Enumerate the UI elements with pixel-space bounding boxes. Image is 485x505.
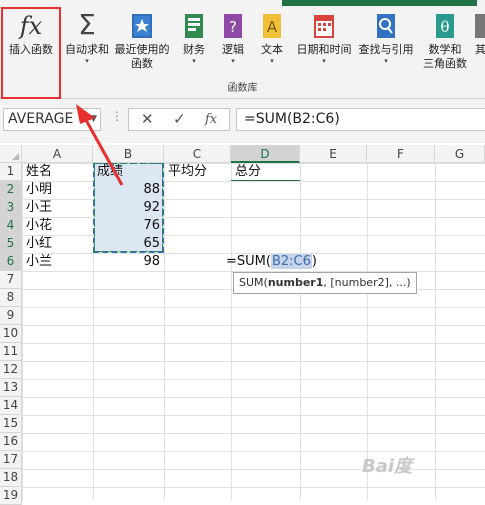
fx-icon[interactable]: fx [205, 112, 217, 127]
svg-text:A: A [267, 18, 278, 36]
row-header-9[interactable]: 9 [0, 307, 22, 325]
select-all-corner[interactable] [0, 145, 22, 163]
formula-bar-grip[interactable]: ⋮ [111, 109, 123, 123]
column-header-d[interactable]: D [231, 145, 300, 163]
function-argument-tooltip[interactable]: SUM(number1, [number2], ...) [233, 272, 417, 294]
cell-a1[interactable]: 姓名 [26, 163, 52, 181]
cancel-icon[interactable]: ✕ [141, 110, 154, 128]
lookup-book-icon [377, 14, 395, 38]
more-icon [475, 14, 485, 38]
calendar-icon [314, 15, 334, 38]
row-header-10[interactable]: 10 [0, 325, 22, 343]
date-time-button[interactable]: 日期和时间 ▾ [293, 6, 355, 80]
cell-b1[interactable]: 成绩 [97, 163, 123, 181]
name-box[interactable]: AVERAGE ▼ [3, 108, 101, 131]
row-header-6[interactable]: 6 [0, 253, 22, 271]
logical-button[interactable]: ? 逻辑 ▾ [218, 6, 248, 80]
row-header-3[interactable]: 3 [0, 199, 22, 217]
row-header-2[interactable]: 2 [0, 181, 22, 199]
row-header-19[interactable]: 19 [0, 487, 22, 505]
dropdown-arrow-icon: ▾ [192, 57, 196, 65]
math-book-icon: θ [436, 14, 454, 38]
dropdown-arrow-icon: ▾ [85, 57, 89, 65]
cell-area[interactable] [22, 163, 485, 500]
row-header-7[interactable]: 7 [0, 271, 22, 289]
column-header-c[interactable]: C [164, 145, 231, 163]
lookup-reference-button[interactable]: 查找与引用 ▾ [355, 6, 417, 80]
row-header-11[interactable]: 11 [0, 343, 22, 361]
svg-text:?: ? [229, 18, 237, 36]
row-header-18[interactable]: 18 [0, 469, 22, 487]
financial-button[interactable]: 财务 ▾ [177, 6, 211, 80]
dropdown-arrow-icon: ▾ [231, 57, 235, 65]
name-box-dropdown-icon[interactable]: ▼ [90, 109, 97, 130]
row-header-15[interactable]: 15 [0, 415, 22, 433]
dropdown-arrow-icon: ▾ [270, 57, 274, 65]
row-header-4[interactable]: 4 [0, 217, 22, 235]
column-header-b[interactable]: B [93, 145, 164, 163]
cell-a6[interactable]: 小兰 [26, 253, 52, 271]
star-book-icon [132, 14, 152, 38]
enter-icon[interactable]: ✓ [173, 110, 186, 128]
tooltip-remaining-args: , [number2], ...) [323, 276, 411, 289]
logic-book-icon: ? [224, 14, 242, 38]
cell-c1[interactable]: 平均分 [168, 163, 207, 181]
formula-input[interactable]: =SUM(B2:C6) [236, 108, 485, 131]
autosum-button[interactable]: Σ 自动求和 ▾ [62, 6, 112, 80]
row-header-13[interactable]: 13 [0, 379, 22, 397]
cell-a2[interactable]: 小明 [26, 181, 52, 199]
cell-b3[interactable]: 92 [93, 199, 164, 217]
cell-b6[interactable]: 98 [93, 253, 164, 271]
tooltip-function-name: SUM( [239, 276, 268, 289]
function-library-group-label: 函数库 [227, 83, 258, 94]
column-header-g[interactable]: G [435, 145, 485, 163]
edit-formula-prefix: =SUM( [226, 254, 271, 269]
cell-a4[interactable]: 小花 [26, 217, 52, 235]
row-header-1[interactable]: 1 [0, 163, 22, 181]
worksheet-grid: A B C D E F G 1 2 3 4 5 6 7 8 9 10 11 12 13 14 15 16 17 1… [0, 145, 485, 505]
cell-b2[interactable]: 88 [93, 181, 164, 199]
cell-d6-editing[interactable]: =SUM(B2:C6) [226, 253, 317, 271]
formula-bar-buttons: ✕ ✓ fx [128, 108, 230, 131]
row-header-14[interactable]: 14 [0, 397, 22, 415]
dropdown-arrow-icon: ▾ [322, 57, 326, 65]
cell-b4[interactable]: 76 [93, 217, 164, 235]
dropdown-arrow-icon: ▾ [384, 57, 388, 65]
recently-used-button[interactable]: 最近使用的 函数 [112, 6, 172, 80]
finance-book-icon [185, 14, 203, 38]
edit-formula-suffix: ) [311, 254, 317, 269]
formula-bar: AVERAGE ▼ ⋮ ✕ ✓ fx =SUM(B2:C6) [0, 99, 485, 143]
baidu-watermark: Bai度 [362, 456, 413, 477]
sigma-icon: Σ [78, 8, 96, 41]
cell-a5[interactable]: 小红 [26, 235, 52, 253]
ribbon: fx 插入函数 Σ 自动求和 ▾ 最近使用的 函数 财务 ▾ ? 逻辑 ▾ A … [0, 0, 485, 99]
row-header-16[interactable]: 16 [0, 433, 22, 451]
row-header-12[interactable]: 12 [0, 361, 22, 379]
tooltip-current-arg[interactable]: number1 [268, 276, 324, 289]
column-header-e[interactable]: E [300, 145, 367, 163]
cell-b5[interactable]: 65 [93, 235, 164, 253]
insert-function-highlight-box [1, 7, 61, 99]
column-header-a[interactable]: A [22, 145, 93, 163]
column-header-f[interactable]: F [367, 145, 435, 163]
cell-a3[interactable]: 小王 [26, 199, 52, 217]
text-book-icon: A [263, 14, 281, 38]
cell-d1[interactable]: 总分 [235, 163, 261, 181]
name-box-value: AVERAGE [8, 111, 74, 127]
svg-text:θ: θ [440, 18, 449, 36]
row-header-5[interactable]: 5 [0, 235, 22, 253]
edit-formula-range-ref: B2:C6 [270, 254, 312, 269]
row-header-17[interactable]: 17 [0, 451, 22, 469]
row-header-8[interactable]: 8 [0, 289, 22, 307]
math-trig-button[interactable]: θ 数学和 三角函数 [417, 6, 473, 80]
more-functions-button[interactable]: 其 [475, 6, 485, 80]
text-button[interactable]: A 文本 ▾ [255, 6, 289, 80]
